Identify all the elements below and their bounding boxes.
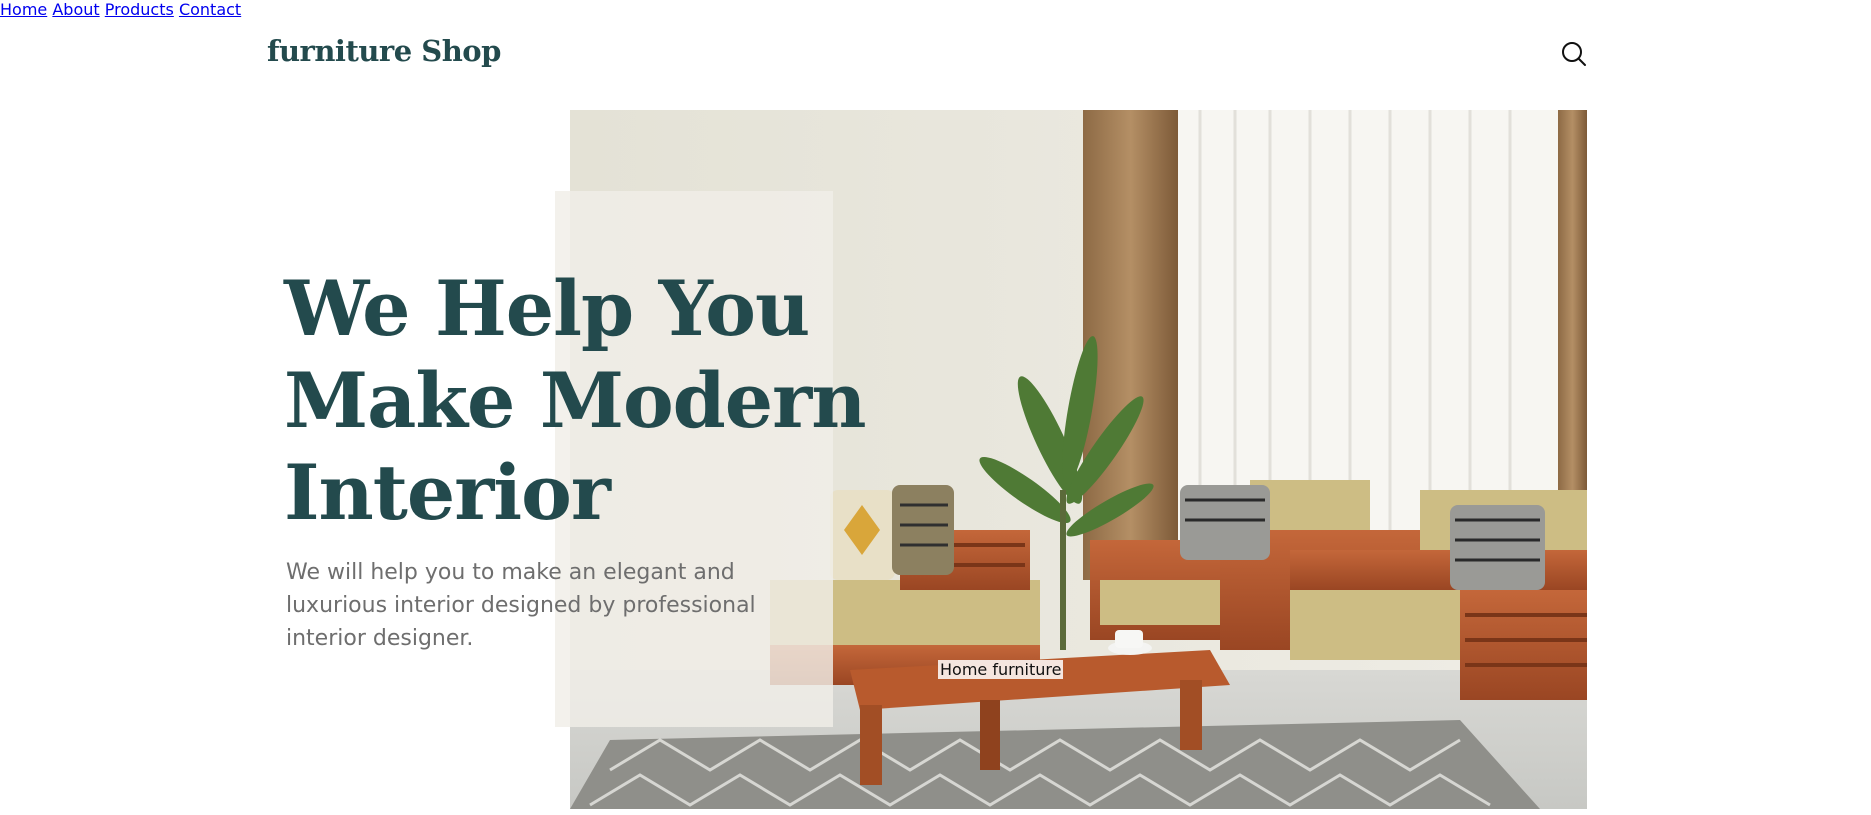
nav-home[interactable]: Home bbox=[0, 0, 47, 19]
main-nav: Home About Products Contact bbox=[0, 0, 1871, 19]
headline-line-1: We Help You bbox=[284, 264, 810, 353]
logo[interactable]: furniture Shop bbox=[267, 34, 501, 68]
hero-description: We will help you to make an elegant and … bbox=[286, 560, 756, 651]
nav-about[interactable]: About bbox=[52, 0, 99, 19]
hero-headline: We Help You Make Modern Interior bbox=[284, 263, 866, 539]
headline-line-3: Interior bbox=[284, 448, 611, 537]
headline-line-2: Make Modern bbox=[284, 356, 866, 445]
site-header: furniture Shop Home About Products Conta… bbox=[0, 0, 1871, 110]
nav-products[interactable]: Products bbox=[105, 0, 174, 19]
search-icon[interactable] bbox=[1561, 41, 1587, 67]
nav-contact[interactable]: Contact bbox=[179, 0, 241, 19]
image-caption: Home furniture bbox=[938, 660, 1064, 679]
